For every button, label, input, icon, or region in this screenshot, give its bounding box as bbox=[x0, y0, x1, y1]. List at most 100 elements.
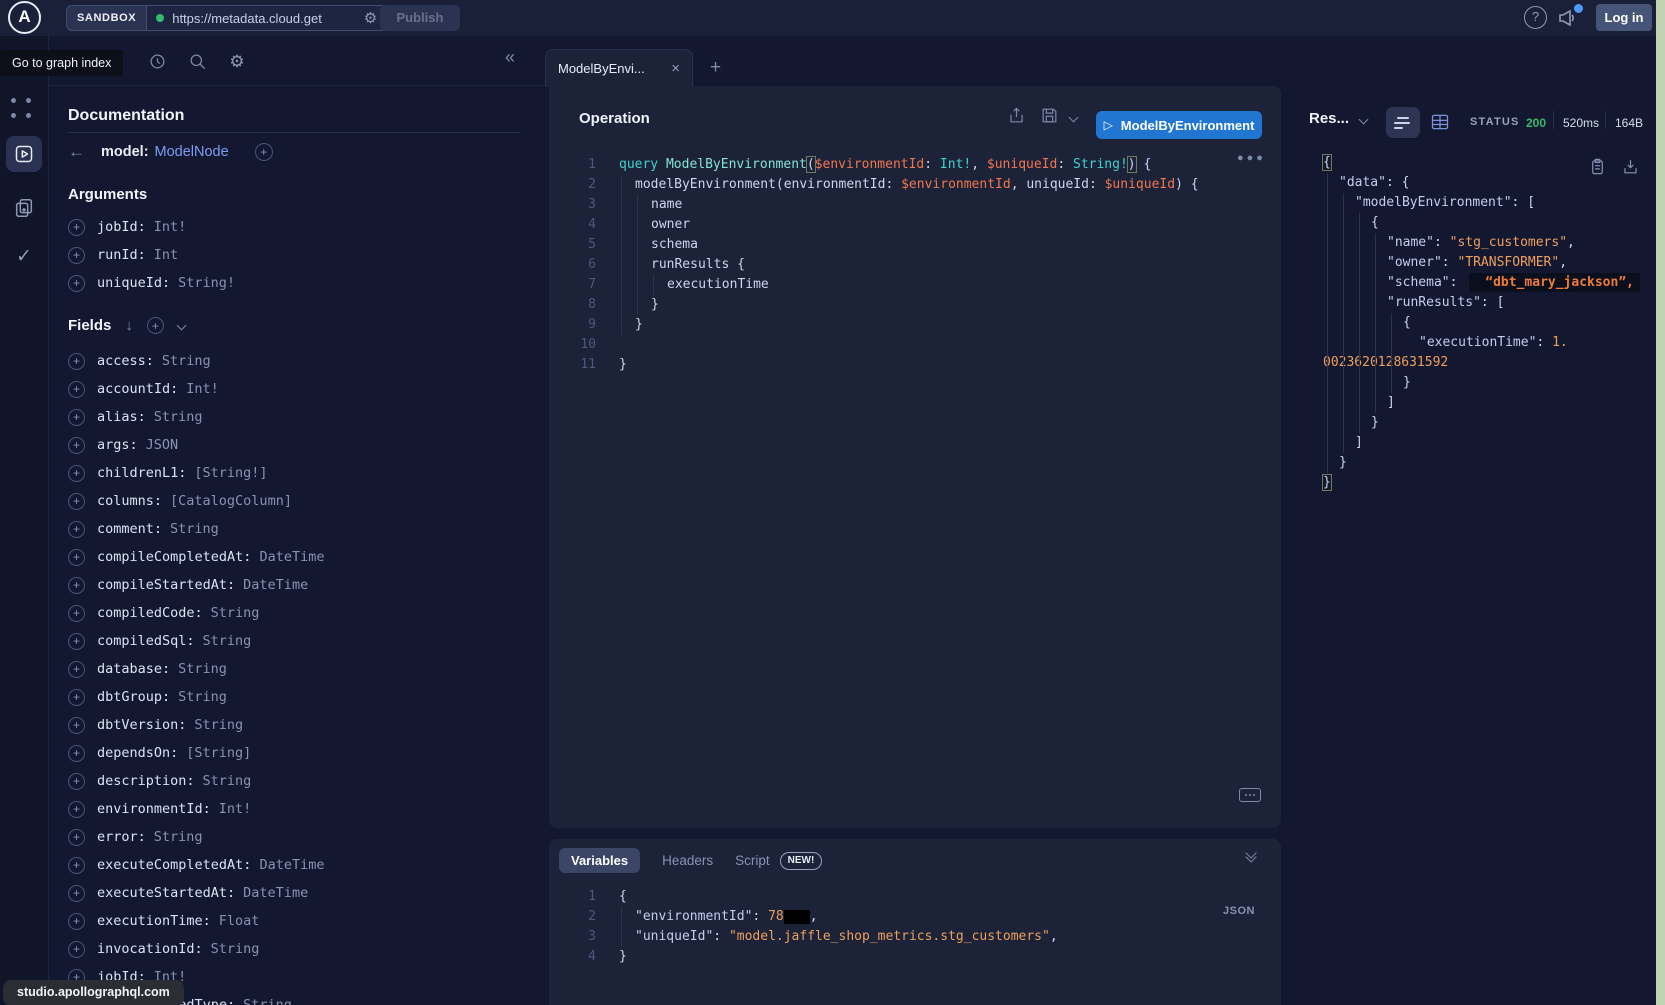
search-icon[interactable] bbox=[186, 50, 208, 72]
collapse-panel-icon[interactable]: « bbox=[505, 47, 515, 68]
close-tab-icon[interactable]: × bbox=[671, 60, 680, 77]
history-icon[interactable] bbox=[146, 50, 168, 72]
graph-index-icon[interactable] bbox=[11, 98, 35, 122]
add-field-button[interactable]: + bbox=[68, 521, 85, 538]
field-name[interactable]: invocationId: bbox=[97, 941, 203, 957]
field-name[interactable]: dbtGroup: bbox=[97, 689, 170, 705]
settings-gear-icon[interactable]: ⚙ bbox=[226, 50, 248, 72]
tab-headers[interactable]: Headers bbox=[662, 848, 713, 873]
add-field-button[interactable]: + bbox=[68, 661, 85, 678]
tab-operation[interactable]: ModelByEnvi... × bbox=[545, 49, 693, 87]
field-name[interactable]: access: bbox=[97, 353, 154, 369]
sidebar-item-operation-collections[interactable] bbox=[12, 196, 36, 220]
field-name[interactable]: args: bbox=[97, 437, 138, 453]
add-field-button[interactable]: + bbox=[68, 857, 85, 874]
field-name[interactable]: childrenL1: bbox=[97, 465, 186, 481]
field-name[interactable]: accountId: bbox=[97, 381, 178, 397]
field-name[interactable]: alias: bbox=[97, 409, 146, 425]
add-field-button[interactable]: + bbox=[68, 493, 85, 510]
status-bar-link: studio.apollographql.com bbox=[3, 980, 184, 1005]
response-menu-chevron-icon[interactable] bbox=[1359, 115, 1369, 125]
back-arrow-icon[interactable]: ← bbox=[68, 142, 94, 162]
field-name[interactable]: compiledCode: bbox=[97, 605, 203, 621]
add-field-button[interactable]: + bbox=[68, 353, 85, 370]
add-argument-button[interactable]: + bbox=[68, 219, 85, 236]
code-line: 10 bbox=[549, 335, 1281, 355]
endpoint-settings-icon[interactable]: ⚙ bbox=[364, 11, 377, 26]
field-name[interactable]: compiledSql: bbox=[97, 633, 195, 649]
list-view-button[interactable] bbox=[1386, 107, 1420, 138]
field-row: + executeCompletedAt: DateTime bbox=[68, 851, 324, 879]
sidebar-item-explorer[interactable] bbox=[6, 136, 42, 172]
add-field-button[interactable]: + bbox=[68, 381, 85, 398]
field-name[interactable]: comment: bbox=[97, 521, 162, 537]
add-argument-button[interactable]: + bbox=[68, 275, 85, 292]
share-icon[interactable] bbox=[1007, 106, 1027, 126]
field-name[interactable]: dbtVersion: bbox=[97, 717, 186, 733]
sort-icon[interactable]: ↓ bbox=[125, 317, 133, 334]
add-all-fields-button[interactable]: + bbox=[147, 317, 164, 334]
field-name[interactable]: compileCompletedAt: bbox=[97, 549, 251, 565]
field-name[interactable]: executionTime: bbox=[97, 913, 211, 929]
add-field-button[interactable]: + bbox=[68, 437, 85, 454]
field-name[interactable]: executeCompletedAt: bbox=[97, 857, 251, 873]
field-name[interactable]: description: bbox=[97, 773, 195, 789]
tab-script[interactable]: Script bbox=[735, 848, 770, 873]
operation-editor[interactable]: 1 query ModelByEnvironment($environmentI… bbox=[549, 155, 1281, 375]
field-name[interactable]: columns: bbox=[97, 493, 162, 509]
add-field-button[interactable]: + bbox=[68, 885, 85, 902]
save-menu-chevron-icon[interactable] bbox=[1069, 113, 1079, 123]
field-row: + dbtGroup: String bbox=[68, 683, 324, 711]
endpoint-url[interactable]: https://metadata.cloud.get bbox=[172, 11, 356, 26]
collapse-variables-icon[interactable] bbox=[1247, 853, 1255, 861]
add-field-button[interactable]: + bbox=[68, 549, 85, 566]
announcements-icon[interactable] bbox=[1556, 6, 1582, 30]
table-view-icon[interactable] bbox=[1430, 112, 1450, 132]
breadcrumb-type-link[interactable]: ModelNode bbox=[155, 144, 229, 160]
field-name[interactable]: dependsOn: bbox=[97, 745, 178, 761]
field-row: + invocationId: String bbox=[68, 935, 324, 963]
field-name[interactable]: error: bbox=[97, 829, 146, 845]
code-line: 11 } bbox=[549, 355, 1281, 375]
add-field-button[interactable]: + bbox=[68, 801, 85, 818]
tab-variables[interactable]: Variables bbox=[559, 848, 640, 873]
add-field-button[interactable]: + bbox=[68, 941, 85, 958]
add-field-button[interactable]: + bbox=[68, 577, 85, 594]
add-field-button[interactable]: + bbox=[68, 773, 85, 790]
add-argument-button[interactable]: + bbox=[68, 247, 85, 264]
add-field-button[interactable]: + bbox=[68, 409, 85, 426]
field-name[interactable]: compileStartedAt: bbox=[97, 577, 235, 593]
endpoint-url-input[interactable]: https://metadata.cloud.get ⚙ bbox=[147, 5, 387, 31]
code-line: "owner": "TRANSFORMER", bbox=[1323, 253, 1656, 273]
status-code: 200 bbox=[1526, 116, 1546, 130]
save-icon[interactable] bbox=[1040, 106, 1060, 126]
add-field-button[interactable]: + bbox=[68, 633, 85, 650]
response-body[interactable]: { "data": { "modelByEnvironment": [ { "n… bbox=[1323, 153, 1656, 493]
argument-name[interactable]: jobId: bbox=[97, 219, 146, 235]
help-icon[interactable]: ? bbox=[1524, 6, 1547, 29]
add-field-button[interactable]: + bbox=[68, 465, 85, 482]
field-name[interactable]: environmentId: bbox=[97, 801, 211, 817]
apollo-logo-icon[interactable]: A bbox=[8, 1, 41, 34]
add-field-button[interactable]: + bbox=[68, 689, 85, 706]
chevron-down-icon[interactable] bbox=[176, 321, 186, 331]
add-field-button[interactable]: + bbox=[68, 913, 85, 930]
argument-name[interactable]: runId: bbox=[97, 247, 146, 263]
publish-button[interactable]: Publish bbox=[380, 5, 460, 31]
code-line: "name": "stg_customers", bbox=[1323, 233, 1656, 253]
add-field-button[interactable]: + bbox=[68, 717, 85, 734]
variables-editor[interactable]: 1 { 2 "environmentId": 78, 3 "uniqueId":… bbox=[549, 887, 1281, 967]
argument-name[interactable]: uniqueId: bbox=[97, 275, 170, 291]
field-name[interactable]: executeStartedAt: bbox=[97, 885, 235, 901]
add-field-button[interactable]: + bbox=[68, 829, 85, 846]
add-field-button[interactable]: + bbox=[255, 143, 273, 161]
new-tab-icon[interactable]: + bbox=[710, 57, 721, 79]
keyboard-shortcuts-icon[interactable] bbox=[1239, 788, 1261, 802]
run-operation-button[interactable]: ▷ ModelByEnvironment bbox=[1096, 111, 1262, 139]
field-type: String bbox=[203, 773, 252, 789]
add-field-button[interactable]: + bbox=[68, 745, 85, 762]
add-field-button[interactable]: + bbox=[68, 605, 85, 622]
sidebar-item-checks[interactable]: ✓ bbox=[12, 244, 36, 268]
login-button[interactable]: Log in bbox=[1596, 4, 1652, 31]
field-name[interactable]: database: bbox=[97, 661, 170, 677]
